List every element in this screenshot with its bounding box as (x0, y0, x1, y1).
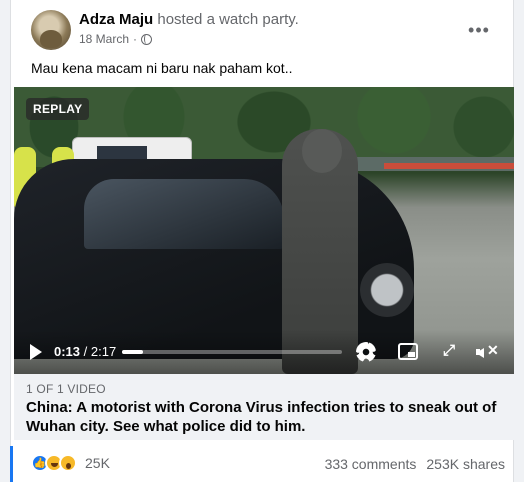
progress-fill (122, 350, 143, 354)
meta-separator: · (133, 32, 138, 46)
video-time: 0:13 / 2:17 (54, 344, 116, 359)
engagement-counts: 333 comments 253K shares (325, 456, 505, 472)
settings-icon[interactable] (356, 342, 376, 362)
current-time: 0:13 (54, 344, 81, 359)
post-headline: Adza Maju hosted a watch party. (79, 11, 299, 28)
video-meta: 1 OF 1 VIDEO China: A motorist with Coro… (14, 374, 514, 440)
post-stats: 👍 25K 333 comments 253K shares (31, 452, 505, 476)
comments-count[interactable]: 333 comments (325, 456, 417, 472)
post-date[interactable]: 18 March (79, 32, 129, 46)
more-horizontal-icon: ••• (468, 19, 490, 40)
fullscreen-icon[interactable]: ⤢ (438, 340, 460, 362)
globe-icon (141, 33, 153, 45)
more-options-button[interactable]: ••• (463, 14, 495, 46)
post-caption: Mau kena macam ni baru nak paham kot.. (31, 60, 293, 76)
video-scene-wheel (360, 263, 414, 317)
video-scene-worker-head (302, 129, 342, 173)
active-accent-bar (10, 446, 13, 482)
post-card: Adza Maju hosted a watch party. 18 March… (10, 0, 514, 482)
post-header: Adza Maju hosted a watch party. 18 March… (31, 10, 503, 50)
shares-count[interactable]: 253K shares (426, 456, 505, 472)
time-separator: / (80, 344, 91, 359)
video-player[interactable]: REPLAY 0:13 / 2:17 ⤢ ✕ (14, 87, 514, 374)
mute-icon[interactable]: ✕ (476, 342, 502, 361)
picture-in-picture-icon[interactable] (398, 343, 418, 360)
speaker-cone (476, 348, 484, 358)
video-controls: 0:13 / 2:17 ⤢ ✕ (14, 330, 514, 374)
reactions-summary[interactable]: 👍 25K (31, 454, 110, 472)
reaction-count: 25K (85, 455, 110, 471)
mute-x: ✕ (487, 342, 499, 358)
post-meta: 18 March · (79, 32, 153, 46)
video-title[interactable]: China: A motorist with Corona Virus infe… (26, 398, 502, 436)
video-scene-barrier (384, 163, 514, 169)
replay-badge: REPLAY (26, 98, 90, 120)
avatar[interactable] (31, 10, 71, 50)
progress-bar[interactable] (122, 350, 342, 354)
video-scene-car-window (84, 179, 284, 249)
play-icon[interactable] (30, 344, 42, 360)
wow-reaction-icon (59, 454, 77, 472)
post-action: hosted a watch party. (157, 11, 299, 28)
author-name[interactable]: Adza Maju (79, 11, 153, 28)
video-duration: 2:17 (90, 344, 117, 359)
video-count: 1 OF 1 VIDEO (26, 382, 106, 396)
